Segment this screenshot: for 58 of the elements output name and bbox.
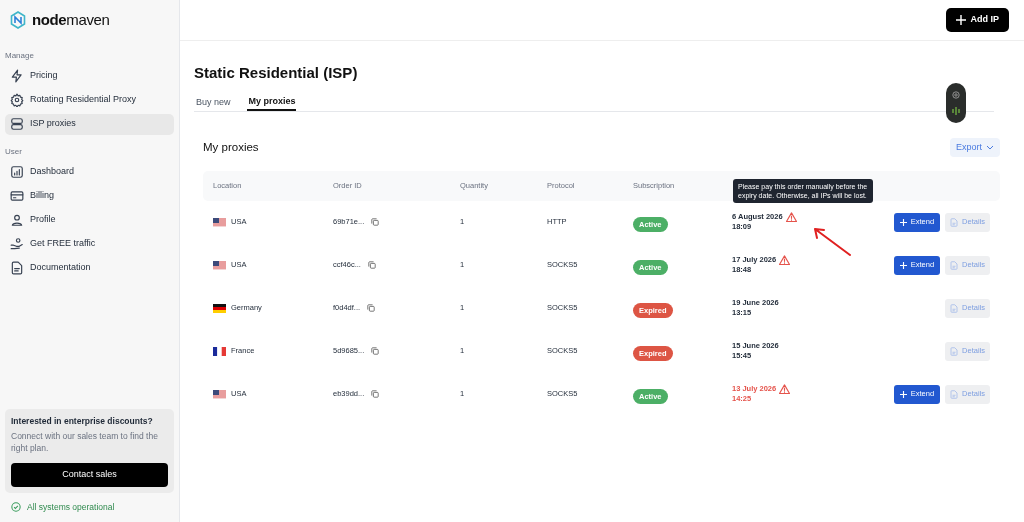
card-title: My proxies [203,139,259,155]
server-icon [10,117,24,131]
floating-widget[interactable] [946,83,966,123]
document-icon [950,346,959,356]
sidebar-item[interactable]: Pricing [5,65,174,87]
add-ip-button[interactable]: Add IP [945,8,1009,32]
plus-icon [899,218,907,226]
section-label: User [5,146,23,158]
export-button[interactable]: Export [950,138,1000,157]
copy-icon[interactable] [371,347,380,355]
tab[interactable]: My proxies [246,94,296,111]
hand-coins-icon [10,237,24,251]
plus-icon [899,390,907,398]
document-icon [950,260,959,270]
flag-icon [213,217,226,227]
section-label: Manage [5,50,35,62]
document-icon [10,261,24,275]
plus-icon [955,15,966,25]
promo-title: Interested in enterprise discounts? [11,415,154,428]
sidebar-item[interactable]: Profile [5,209,174,231]
audio-bars-icon [952,107,960,115]
document-icon [950,217,959,227]
flag-icon [213,346,226,356]
sidebar-item[interactable]: Dashboard [5,161,174,183]
chevron-down-icon [986,145,994,150]
copy-icon[interactable] [371,390,380,398]
brand-name: nodemaven [32,9,110,30]
document-icon [950,389,959,399]
card-icon [10,189,24,203]
settings-icon [10,93,24,107]
sidebar-item[interactable]: Documentation [5,257,174,279]
plus-icon [899,261,907,269]
warning-icon [785,212,797,222]
check-circle-icon [11,502,21,512]
copy-icon[interactable] [367,304,376,312]
copy-icon[interactable] [371,218,380,226]
sidebar-item[interactable]: Billing [5,185,174,207]
promo-text: Connect with our sales team to find the right plan. [11,430,159,454]
flag-icon [213,260,226,270]
logo-icon [10,11,26,29]
status-text: All systems operational [27,500,115,514]
chart-icon [10,165,24,179]
gear-icon [952,91,960,99]
contact-sales-button[interactable]: Contact sales [11,463,168,487]
annotation-arrow [812,226,852,256]
tab[interactable]: Buy new [194,94,231,111]
warning-icon [779,255,791,265]
page-title: Static Residential (ISP) [194,63,359,83]
flag-icon [213,303,226,313]
sidebar-item[interactable]: Get FREE traffic [5,233,174,255]
copy-icon[interactable] [367,261,376,269]
sidebar-item[interactable]: ISP proxies [5,113,174,135]
document-icon [950,303,959,313]
user-icon [10,213,24,227]
flag-icon [213,389,226,399]
warning-icon [779,384,791,394]
lightning-icon [10,69,24,83]
sidebar-item[interactable]: Rotating Residential Proxy [5,89,174,111]
